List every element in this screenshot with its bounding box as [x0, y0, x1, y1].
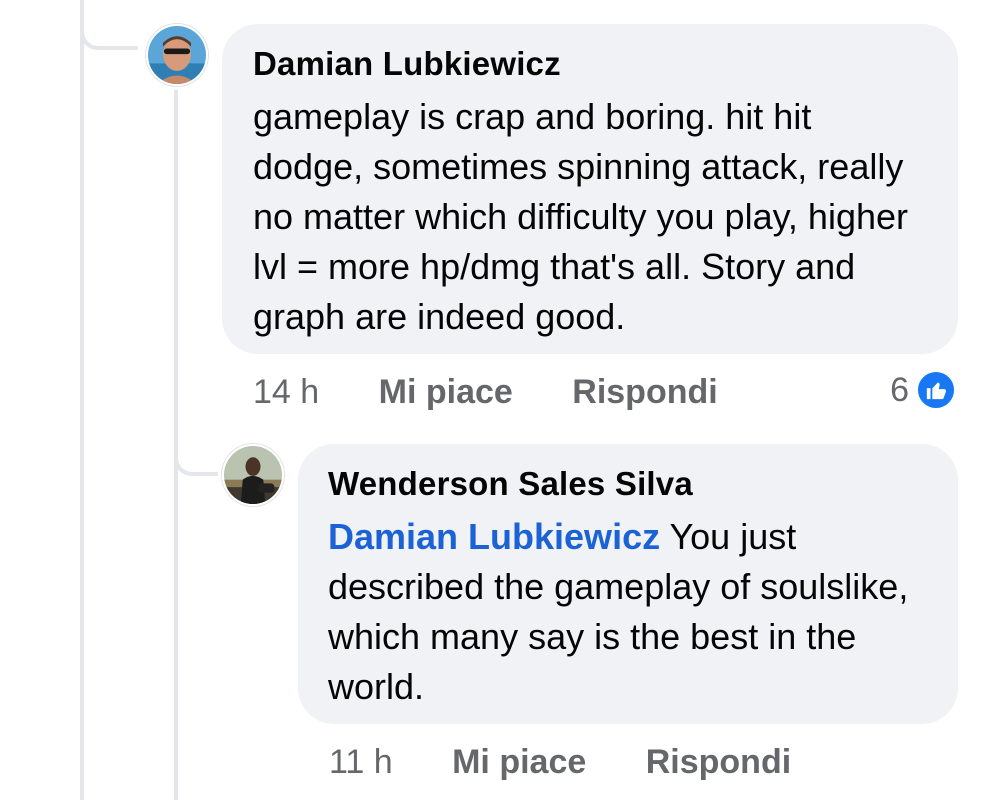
comment-actions: 14 h Mi piace Rispondi: [253, 372, 718, 412]
avatar-damian-image: [148, 26, 206, 84]
reply-like-button[interactable]: Mi piace: [452, 742, 586, 782]
comment-author[interactable]: Damian Lubkiewicz: [253, 44, 928, 84]
reply-actions: 11 h Mi piace Rispondi: [329, 742, 791, 782]
thumbs-up-icon: [926, 382, 946, 400]
reply-reply-button[interactable]: Rispondi: [646, 742, 791, 782]
comment-time[interactable]: 14 h: [253, 372, 319, 412]
reply-time[interactable]: 11 h: [329, 742, 393, 782]
reply-text: Damian Lubkiewicz You just described the…: [328, 512, 928, 712]
thread-line-outer: [80, 0, 84, 800]
avatar-wenderson[interactable]: [222, 444, 284, 506]
avatar-damian[interactable]: [146, 24, 208, 86]
comment-bubble: Damian Lubkiewicz gameplay is crap and b…: [222, 24, 958, 354]
reply-bubble: Wenderson Sales Silva Damian Lubkiewicz …: [298, 444, 958, 724]
comment-text: gameplay is crap and boring. hit hit dod…: [253, 96, 908, 337]
like-icon: [915, 369, 957, 411]
thread-connector-reply: [174, 420, 218, 476]
reply-author[interactable]: Wenderson Sales Silva: [328, 464, 930, 504]
reply-mention[interactable]: Damian Lubkiewicz: [328, 516, 660, 557]
reaction-count: 6: [890, 371, 909, 409]
thread-connector-comment: [80, 0, 138, 50]
comment-reactions[interactable]: 6: [890, 369, 957, 411]
avatar-wenderson-image: [224, 446, 282, 504]
comment-like-button[interactable]: Mi piace: [379, 372, 513, 412]
comment-reply-button[interactable]: Rispondi: [572, 372, 717, 412]
